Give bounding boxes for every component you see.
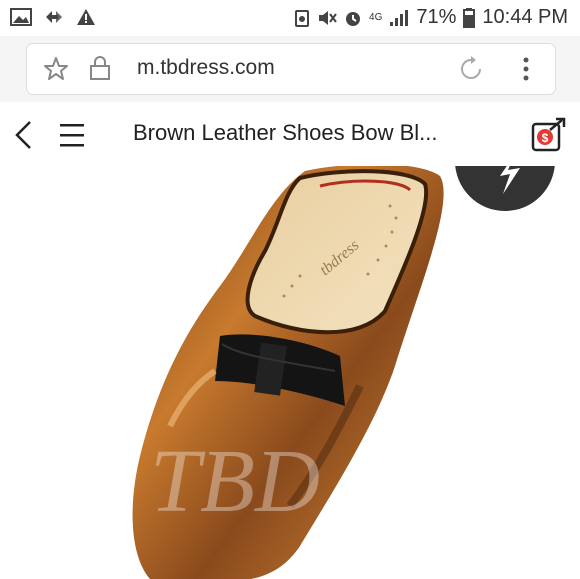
watermark-text: TBD [150,432,320,531]
status-bar: 4G 71% 10:44 PM [0,0,580,36]
product-image[interactable]: tbdress TBD [0,166,580,579]
battery-percent: 71% [416,6,457,28]
menu-icon[interactable] [58,121,86,149]
gallery-icon [10,8,32,26]
warning-icon [77,9,95,25]
address-bar[interactable]: m.tbdress.com [26,43,556,95]
page-title: Brown Leather Shoes Bow Bl... [133,120,438,145]
browser-toolbar: m.tbdress.com [0,36,580,102]
clock: 10:44 PM [482,6,568,28]
signal-icon [390,9,409,26]
page-header: Brown Leather Shoes Bow Bl... $ [0,102,580,167]
data-saver-icon [295,9,310,27]
sync-icon [46,11,62,23]
star-icon[interactable] [43,56,69,82]
battery-icon [463,7,476,28]
shoe-photo: tbdress TBD [132,166,555,579]
status-right-icons: 4G 71% 10:44 PM [294,6,568,29]
mute-icon [319,10,337,25]
url-text[interactable]: m.tbdress.com [137,56,275,80]
share-earn-icon[interactable]: $ [530,116,568,154]
back-arrow-icon[interactable] [12,120,34,150]
lock-icon [90,56,110,80]
more-menu-icon[interactable] [523,57,529,81]
network-type-label: 4G [369,12,383,23]
alarm-icon [346,11,361,26]
svg-text:$: $ [542,131,549,145]
reload-icon[interactable] [457,55,485,83]
status-left-icons [10,7,96,27]
